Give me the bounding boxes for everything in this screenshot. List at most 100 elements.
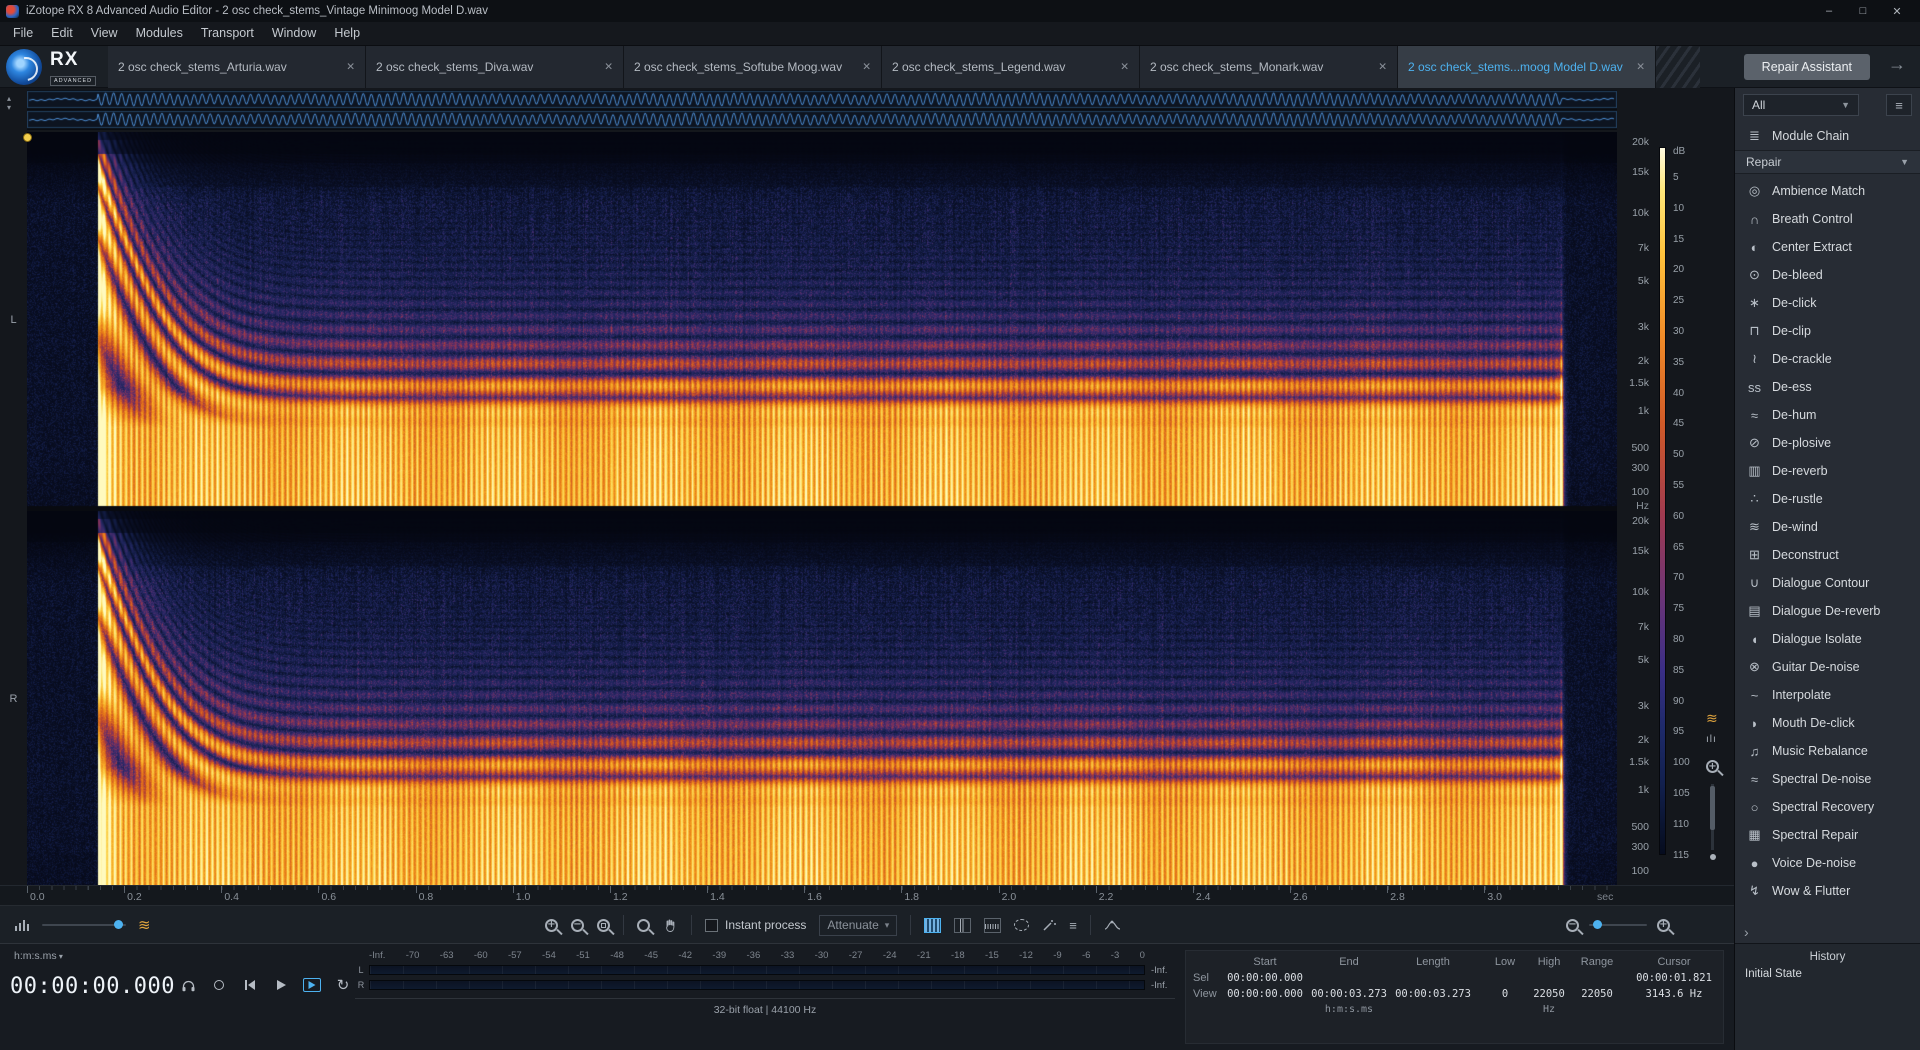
lasso-selection-tool[interactable] <box>1014 919 1030 931</box>
tab-close-icon[interactable]: ✕ <box>1120 61 1129 73</box>
db-scale: dB 5 10 15 20 25 30 35 40 45 50 55 60 65 70 75 80 85 90 95 1… <box>1671 132 1699 885</box>
volume-knob[interactable] <box>114 920 123 929</box>
instant-process-checkbox[interactable] <box>705 918 718 932</box>
play-button[interactable] <box>271 976 291 994</box>
zoom-out-icon[interactable]: − <box>571 918 584 932</box>
menu-help[interactable]: Help <box>325 22 369 45</box>
mini-meter-icon[interactable]: ılı <box>1706 734 1717 745</box>
frequency-selection-tool[interactable] <box>984 917 1002 933</box>
tab-2-osc-check-stems-monark-wav[interactable]: 2 osc check_stems_Monark.wav ✕ <box>1140 46 1398 88</box>
minimize-button[interactable]: – <box>1812 0 1846 22</box>
module-item-de-bleed[interactable]: ⊙ De-bleed <box>1735 261 1920 289</box>
monitor-button[interactable] <box>178 976 198 994</box>
signal-curve-icon[interactable] <box>1104 919 1121 932</box>
menu-window[interactable]: Window <box>263 22 325 45</box>
tab-close-icon[interactable]: ✕ <box>346 61 355 73</box>
play-selection-button[interactable] <box>302 976 322 994</box>
vertical-scrollbar[interactable] <box>1710 784 1715 850</box>
waveform-overview[interactable] <box>27 90 1617 130</box>
module-item-guitar-de-noise[interactable]: ⊗ Guitar De-noise <box>1735 653 1920 681</box>
time-format-dropdown[interactable]: h:m:s.ms <box>14 950 63 962</box>
menu-transport[interactable]: Transport <box>192 22 263 45</box>
spectrogram-waveform-blend-icon[interactable]: ≋ <box>1706 710 1718 727</box>
tab-close-icon[interactable]: ✕ <box>862 61 871 73</box>
tab-2-osc-check-stems-diva-wav[interactable]: 2 osc check_stems_Diva.wav ✕ <box>366 46 624 88</box>
panel-expand-chevron-icon[interactable]: › <box>1735 923 1920 943</box>
module-item-spectral-repair[interactable]: ▦ Spectral Repair <box>1735 821 1920 849</box>
menu-view[interactable]: View <box>82 22 127 45</box>
h-zoom-knob[interactable] <box>1593 920 1602 929</box>
interpolate-icon: ~ <box>1750 687 1759 703</box>
module-item-music-rebalance[interactable]: ♫ Music Rebalance <box>1735 737 1920 765</box>
loop-button[interactable]: ↻ <box>333 976 353 994</box>
zoom-fit-icon[interactable] <box>637 918 650 932</box>
module-item-wow-flutter[interactable]: ↯ Wow & Flutter <box>1735 877 1920 905</box>
playhead-marker[interactable] <box>23 133 32 142</box>
module-item-de-crackle[interactable]: ≀ De-crackle <box>1735 345 1920 373</box>
module-item-de-plosive[interactable]: ⊘ De-plosive <box>1735 429 1920 457</box>
maximize-button[interactable]: □ <box>1846 0 1880 22</box>
tab-close-icon[interactable]: ✕ <box>604 61 613 73</box>
process-mode-dropdown[interactable]: Attenuate <box>819 914 898 936</box>
repair-assistant-button[interactable]: Repair Assistant <box>1743 54 1870 80</box>
module-item-deconstruct[interactable]: ⊞ Deconstruct <box>1735 541 1920 569</box>
tab-2-osc-check-stems-moog-model-d-wav[interactable]: 2 osc check_stems...moog Model D.wav ✕ <box>1398 46 1656 88</box>
record-button[interactable] <box>209 976 229 994</box>
module-item-de-click[interactable]: ∗ De-click <box>1735 289 1920 317</box>
module-item-breath-control[interactable]: ∩ Breath Control <box>1735 205 1920 233</box>
module-item-de-rustle[interactable]: ∴ De-rustle <box>1735 485 1920 513</box>
vertical-zoom-reset-button[interactable] <box>1710 854 1716 860</box>
module-item-de-reverb[interactable]: ▥ De-reverb <box>1735 457 1920 485</box>
close-button[interactable]: ✕ <box>1880 0 1914 22</box>
hand-tool-icon[interactable] <box>663 918 678 933</box>
freq-tick-label: 3k <box>1637 700 1649 713</box>
panel-toggle-arrow-icon[interactable]: → <box>1888 54 1906 75</box>
overview-collapse-icon[interactable]: ▴ ▾ <box>7 94 11 112</box>
module-item-voice-de-noise[interactable]: ● Voice De-noise <box>1735 849 1920 877</box>
time-ruler[interactable]: 0.0 0.2 0.4 0.6 0.8 1.0 1.2 1.4 1.6 1.8 2.0 2.2 2.4 2… <box>0 885 1734 905</box>
module-item-de-hum[interactable]: ≈ De-hum <box>1735 401 1920 429</box>
adjust-selection-icon[interactable]: ≡ <box>1069 918 1077 933</box>
tab-close-icon[interactable]: ✕ <box>1378 61 1387 73</box>
spectral-de-noise-icon: ≈ <box>1750 771 1759 787</box>
h-zoom-in-icon[interactable]: + <box>1657 918 1670 932</box>
time-frequency-selection-tool[interactable] <box>924 917 942 933</box>
module-item-dialogue-de-reverb[interactable]: ▤ Dialogue De-reverb <box>1735 597 1920 625</box>
tab-2-osc-check-stems-legend-wav[interactable]: 2 osc check_stems_Legend.wav ✕ <box>882 46 1140 88</box>
category-dropdown-repair[interactable]: Repair ▼ <box>1735 150 1920 174</box>
module-item-spectral-de-noise[interactable]: ≈ Spectral De-noise <box>1735 765 1920 793</box>
module-item-mouth-de-click[interactable]: ◗ Mouth De-click <box>1735 709 1920 737</box>
menu-modules[interactable]: Modules <box>127 22 192 45</box>
spectrogram-canvas[interactable] <box>27 132 1617 885</box>
vertical-zoom-in-icon[interactable]: + <box>1706 760 1719 773</box>
spectrogram-settings-icon[interactable]: ≋ <box>138 916 151 934</box>
zoom-in-icon[interactable]: + <box>545 918 558 932</box>
tab-2-osc-check-stems-softube-moog-wav[interactable]: 2 osc check_stems_Softube Moog.wav ✕ <box>624 46 882 88</box>
module-item-spectral-recovery[interactable]: ○ Spectral Recovery <box>1735 793 1920 821</box>
module-item-dialogue-contour[interactable]: ∪ Dialogue Contour <box>1735 569 1920 597</box>
h-zoom-slider[interactable] <box>1589 920 1647 929</box>
time-selection-tool[interactable] <box>954 917 972 933</box>
skip-start-button[interactable] <box>240 976 260 994</box>
module-item-interpolate[interactable]: ~ Interpolate <box>1735 681 1920 709</box>
menu-edit[interactable]: Edit <box>42 22 82 45</box>
tab-close-icon[interactable]: ✕ <box>1636 61 1645 73</box>
module-filter-dropdown[interactable]: All ▼ <box>1743 94 1859 116</box>
menu-file[interactable]: File <box>4 22 42 45</box>
zoom-selection-icon[interactable] <box>597 918 610 932</box>
output-meter-icon[interactable] <box>14 919 30 932</box>
tab-2-osc-check-stems-arturia-wav[interactable]: 2 osc check_stems_Arturia.wav ✕ <box>108 46 366 88</box>
module-item-de-ess[interactable]: ss De-ess <box>1735 373 1920 401</box>
output-volume-slider[interactable] <box>42 920 126 929</box>
module-item-dialogue-isolate[interactable]: ◖ Dialogue Isolate <box>1735 625 1920 653</box>
history-item-initial-state[interactable]: Initial State <box>1735 963 1920 980</box>
module-item-ambience-match[interactable]: ◎ Ambience Match <box>1735 177 1920 205</box>
module-item-center-extract[interactable]: ◐ Center Extract <box>1735 233 1920 261</box>
module-item-de-clip[interactable]: ⊓ De-clip <box>1735 317 1920 345</box>
magic-wand-tool[interactable] <box>1042 918 1057 932</box>
module-chain-item[interactable]: ≣ Module Chain <box>1735 122 1920 150</box>
module-menu-button[interactable]: ≡ <box>1886 94 1912 116</box>
vertical-scrollbar-thumb[interactable] <box>1710 786 1715 830</box>
h-zoom-out-icon[interactable]: − <box>1566 918 1579 932</box>
module-item-de-wind[interactable]: ≋ De-wind <box>1735 513 1920 541</box>
